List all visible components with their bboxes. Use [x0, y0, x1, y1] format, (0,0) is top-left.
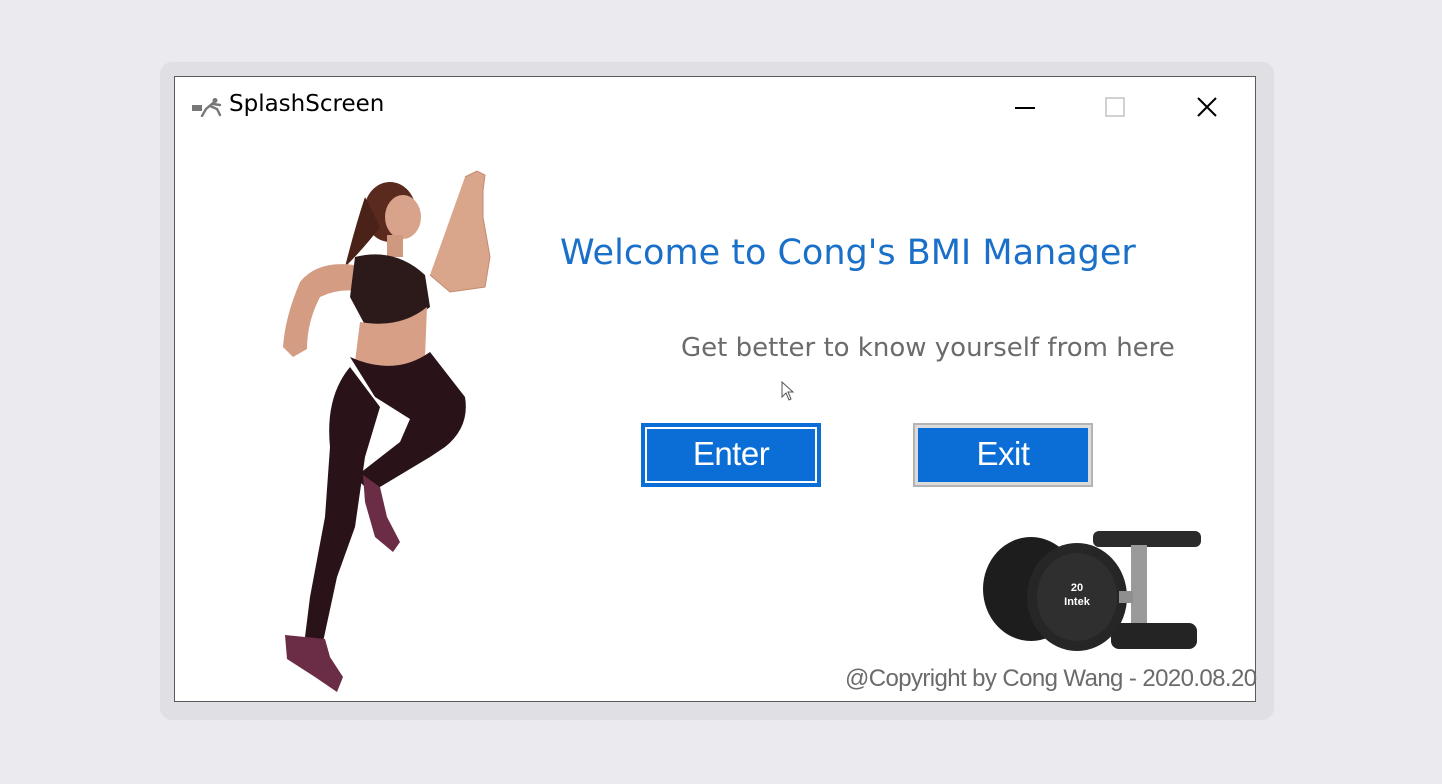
minimize-icon [1015, 107, 1035, 109]
welcome-heading: Welcome to Cong's BMI Manager [560, 233, 1136, 273]
runner-image [283, 170, 491, 692]
splash-window: SplashScreen Welcome to Cong's BMI Manag… [174, 76, 1257, 702]
close-button[interactable] [1177, 87, 1237, 127]
desktop-background: SplashScreen Welcome to Cong's BMI Manag… [0, 0, 1442, 784]
maximize-button[interactable] [1085, 87, 1145, 127]
dumbbell-brand-label: Intek [1064, 596, 1091, 608]
running-person-icon [192, 98, 222, 117]
maximize-icon [1105, 97, 1125, 117]
minimize-button[interactable] [995, 87, 1055, 127]
exit-button-label: Exit [976, 435, 1030, 472]
dumbbell-weight-label: 20 [1071, 582, 1083, 594]
enter-button-label: Enter [692, 435, 770, 472]
title-bar[interactable]: SplashScreen [175, 77, 1255, 133]
mouse-cursor-icon [781, 381, 795, 401]
close-icon [1197, 97, 1217, 117]
window-title: SplashScreen [229, 91, 385, 117]
enter-button[interactable]: Enter [641, 423, 821, 487]
exit-button[interactable]: Exit [913, 423, 1093, 487]
dumbbells-image: 20 Intek [983, 531, 1201, 651]
subtitle-text: Get better to know yourself from here [681, 333, 1175, 363]
copyright-text: @Copyright by Cong Wang - 2020.08.20 [845, 665, 1257, 692]
